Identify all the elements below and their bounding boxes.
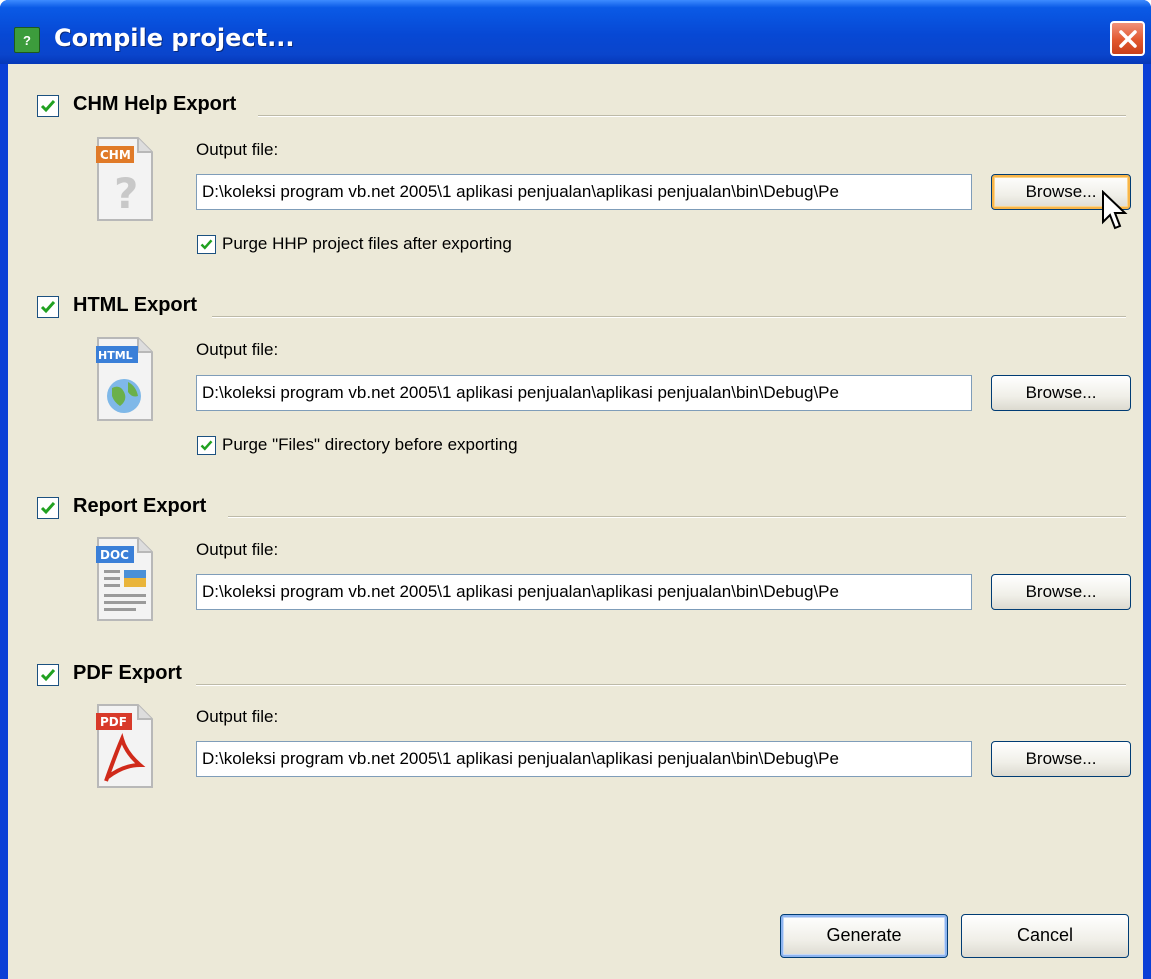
app-icon: ?: [14, 27, 40, 53]
pdf-output-path-input[interactable]: D:\koleksi program vb.net 2005\1 aplikas…: [196, 741, 972, 777]
html-export-checkbox[interactable]: [37, 296, 59, 318]
section-title: HTML Export: [73, 294, 198, 316]
chm-export-checkbox[interactable]: [37, 95, 59, 117]
output-file-label: Output file:: [196, 140, 279, 159]
section-title: PDF Export: [73, 662, 182, 684]
divider: [212, 316, 1126, 318]
doc-file-icon: DOC: [96, 537, 153, 621]
report-browse-button[interactable]: Browse...: [991, 574, 1131, 610]
purge-hhp-label: Purge HHP project files after exporting: [222, 234, 512, 253]
svg-text:?: ?: [114, 169, 138, 218]
check-icon: [40, 301, 56, 314]
divider: [258, 115, 1126, 117]
section-title: Report Export: [73, 495, 207, 517]
check-icon: [200, 440, 213, 451]
check-icon: [40, 502, 56, 515]
close-icon: [1119, 30, 1137, 48]
svg-text:PDF: PDF: [100, 715, 127, 729]
report-output-path-input[interactable]: D:\koleksi program vb.net 2005\1 aplikas…: [196, 574, 972, 610]
svg-text:DOC: DOC: [100, 548, 129, 562]
mouse-cursor-icon: [1102, 190, 1128, 230]
title-bar[interactable]: ? Compile project...: [0, 0, 1151, 64]
purge-hhp-checkbox[interactable]: [197, 235, 216, 254]
check-icon: [200, 239, 213, 250]
window-title: Compile project...: [54, 24, 295, 52]
html-file-icon: HTML: [96, 337, 153, 421]
output-file-label: Output file:: [196, 707, 279, 726]
svg-text:HTML: HTML: [98, 349, 133, 362]
report-export-checkbox[interactable]: [37, 497, 59, 519]
pdf-browse-button[interactable]: Browse...: [991, 741, 1131, 777]
close-button[interactable]: [1110, 21, 1145, 56]
chm-file-icon: CHM ?: [96, 137, 153, 221]
divider: [196, 684, 1126, 686]
html-browse-button[interactable]: Browse...: [991, 375, 1131, 411]
purge-files-label: Purge "Files" directory before exporting: [222, 435, 518, 454]
check-icon: [40, 100, 56, 113]
html-output-path-input[interactable]: D:\koleksi program vb.net 2005\1 aplikas…: [196, 375, 972, 411]
section-title: CHM Help Export: [73, 93, 237, 115]
output-file-label: Output file:: [196, 540, 279, 559]
compile-project-dialog: ? Compile project...: [0, 0, 1151, 979]
generate-button[interactable]: Generate: [780, 914, 948, 958]
pdf-export-checkbox[interactable]: [37, 664, 59, 686]
pdf-file-icon: PDF: [96, 704, 153, 788]
check-icon: [40, 669, 56, 682]
cancel-button[interactable]: Cancel: [961, 914, 1129, 958]
svg-text:CHM: CHM: [100, 148, 131, 162]
purge-files-checkbox[interactable]: [197, 436, 216, 455]
output-file-label: Output file:: [196, 340, 279, 359]
chm-output-path-input[interactable]: D:\koleksi program vb.net 2005\1 aplikas…: [196, 174, 972, 210]
divider: [228, 516, 1126, 518]
